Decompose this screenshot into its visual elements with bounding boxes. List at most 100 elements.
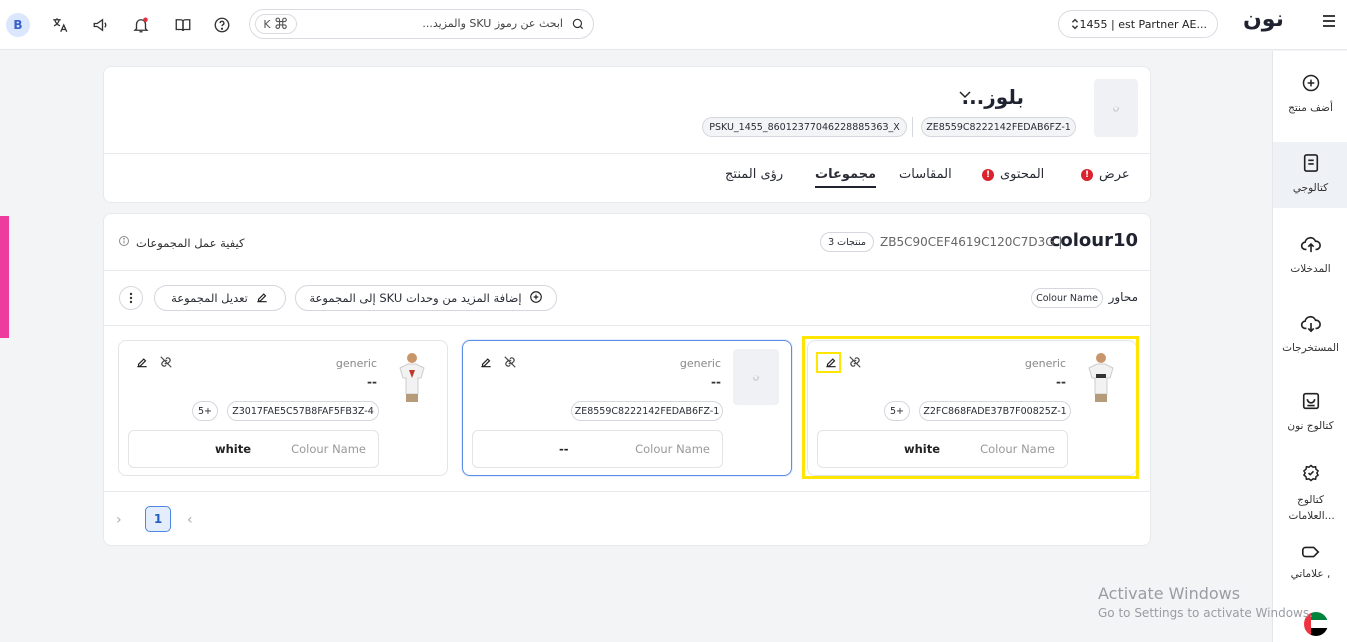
plus-circle-icon <box>1273 73 1347 93</box>
variant-brand: generic <box>335 357 377 370</box>
more-count-pill[interactable]: 5+ <box>192 401 218 421</box>
tab-content[interactable]: المحتوى ! <box>982 167 1044 182</box>
badge-check-icon <box>1273 463 1347 483</box>
cloud-upload-icon <box>1273 234 1347 254</box>
tab-label: رؤى المنتج <box>725 167 784 182</box>
search-shortcut: K ⌘ <box>255 14 297 34</box>
sidebar-item-noon-catalog[interactable]: كتالوج نون <box>1273 391 1347 432</box>
menu-icon[interactable] <box>1322 14 1336 31</box>
megaphone-icon[interactable] <box>88 12 114 38</box>
noon-catalog-icon <box>1273 391 1347 411</box>
sidebar-item-my-brands[interactable]: علاماتي , <box>1273 545 1347 580</box>
chevron-down-icon[interactable] <box>959 89 971 103</box>
attribute-value: -- <box>559 442 569 456</box>
sidebar-item-label: أضف منتج <box>1288 102 1333 114</box>
highlight-box-edit <box>816 352 841 373</box>
tab-label: المقاسات <box>899 167 952 182</box>
add-circle-icon <box>529 290 543 307</box>
how-groups-work-link[interactable]: كيفية عمل المجموعات <box>118 235 244 250</box>
pagination-next-icon[interactable]: › <box>116 512 122 528</box>
sidebar-item-imports[interactable]: المدخلات <box>1273 234 1347 275</box>
attribute-key: Colour Name <box>291 442 366 456</box>
sidebar-item-brand-catalog[interactable]: كتالوج العلامات... <box>1273 463 1347 524</box>
variant-title: -- <box>711 375 721 389</box>
sidebar-item-label: كتالوج العلامات... <box>1288 494 1335 522</box>
windows-activation-watermark: Activate Windows Go to Settings to activ… <box>1098 584 1313 620</box>
product-image <box>389 349 435 405</box>
cloud-download-icon <box>1273 313 1347 333</box>
user-avatar[interactable]: B <box>6 13 30 37</box>
sidebar-item-label: كتالوج نون <box>1287 420 1334 432</box>
highlight-box <box>802 336 1139 479</box>
tab-product-insights[interactable]: رؤى المنتج <box>725 167 783 182</box>
pagination-prev-icon[interactable]: ‹ <box>187 512 193 528</box>
pagination-page-1[interactable]: 1 <box>145 506 171 532</box>
shortcut-symbol: ⌘ <box>273 15 289 33</box>
tab-label: المحتوى <box>1000 167 1045 182</box>
variant-brand: generic <box>679 357 721 370</box>
watermark-line2: Go to Settings to activate Windows. <box>1098 606 1313 620</box>
group-code: ZB5C90CEF4619C120C7D3G | <box>880 235 1063 249</box>
sidebar-item-my-catalog[interactable]: كتالوجي <box>1273 142 1347 208</box>
product-image-placeholder: ن <box>733 349 779 405</box>
sidebar-item-label: كتالوجي <box>1292 182 1329 194</box>
sidebar-item-exports[interactable]: المستخرجات <box>1273 313 1347 354</box>
search-input[interactable]: K ⌘ ابحث عن رموز SKU والمزيد... <box>249 9 594 39</box>
tab-label: مجموعات <box>815 167 877 182</box>
error-icon: ! <box>982 168 994 181</box>
variant-title: -- <box>367 375 377 389</box>
group-title: colour10 <box>1049 230 1138 251</box>
help-icon[interactable] <box>209 12 235 38</box>
noon-logo[interactable]: نون <box>1243 7 1284 32</box>
product-header-card: ن بلوز... ZE8559C8222142FEDAB6FZ-1 PSKU_… <box>103 66 1151 203</box>
edit-variant-icon[interactable] <box>135 355 149 372</box>
tab-view[interactable]: عرض ! <box>1081 167 1130 182</box>
variant-card-selected[interactable]: ن generic -- ZE8559C8222142FEDAB6FZ-1 Co… <box>462 340 792 476</box>
feedback-tab[interactable] <box>0 216 9 338</box>
pencil-icon <box>255 290 269 307</box>
unlink-icon[interactable] <box>503 355 517 372</box>
sidebar: أضف منتج كتالوجي المدخلات المستخرجات كتا… <box>1272 51 1347 642</box>
divider <box>104 491 1150 492</box>
divider <box>104 325 1150 326</box>
variant-card[interactable]: generic -- Z3017FAE5C57B8FAF5FB3Z-4 5+ C… <box>118 340 448 476</box>
unlink-icon[interactable] <box>159 355 173 372</box>
tab-groups[interactable]: مجموعات <box>815 167 877 188</box>
variant-attribute: Colour Name -- <box>472 430 723 468</box>
tab-sizes[interactable]: المقاسات <box>899 167 952 182</box>
attribute-key: Colour Name <box>635 442 710 456</box>
axis-pill: Colour Name <box>1031 288 1103 308</box>
sidebar-item-label: المدخلات <box>1290 263 1331 275</box>
divider <box>104 270 1150 271</box>
partner-selector[interactable]: 1455 | est Partner AE... <box>1058 10 1218 38</box>
variant-code-pill: ZE8559C8222142FEDAB6FZ-1 <box>571 401 723 421</box>
catalog-icon <box>1273 153 1347 173</box>
axes-label: محاور <box>1108 290 1138 304</box>
notification-bell-icon[interactable] <box>128 12 154 38</box>
group-code-pill: ZE8559C8222142FEDAB6FZ-1 <box>921 117 1076 137</box>
watermark-line1: Activate Windows <box>1098 584 1241 603</box>
tag-icon <box>1273 545 1347 559</box>
translate-icon[interactable] <box>47 12 73 38</box>
search-placeholder: ابحث عن رموز SKU والمزيد... <box>422 17 563 30</box>
shortcut-letter: K <box>263 17 271 31</box>
pill-divider <box>912 117 913 137</box>
thumb-placeholder: ن <box>1112 103 1120 113</box>
top-bar: B K ⌘ ابحث عن رموز SKU والمزيد... 1455 |… <box>0 0 1347 50</box>
info-icon <box>118 235 130 250</box>
partner-label: 1455 | est Partner AE... <box>1079 17 1207 31</box>
sidebar-item-label: المستخرجات <box>1282 342 1339 354</box>
product-thumbnail: ن <box>1094 79 1138 137</box>
product-count-badge: 3 منتجات <box>820 232 874 252</box>
tab-label: عرض <box>1099 167 1130 182</box>
attribute-value: white <box>215 442 252 456</box>
edit-group-button[interactable]: تعديل المجموعة <box>154 285 286 311</box>
book-icon[interactable] <box>170 12 196 38</box>
add-sku-to-group-button[interactable]: إضافة المزيد من وحدات SKU إلى المجموعة <box>295 285 557 311</box>
sidebar-item-add-product[interactable]: أضف منتج <box>1273 73 1347 114</box>
more-options-icon[interactable] <box>119 286 143 310</box>
chevron-up-down-icon <box>1069 17 1081 34</box>
variant-attribute: Colour Name white <box>128 430 379 468</box>
edit-variant-icon[interactable] <box>479 355 493 372</box>
tabs-divider <box>104 153 1150 154</box>
